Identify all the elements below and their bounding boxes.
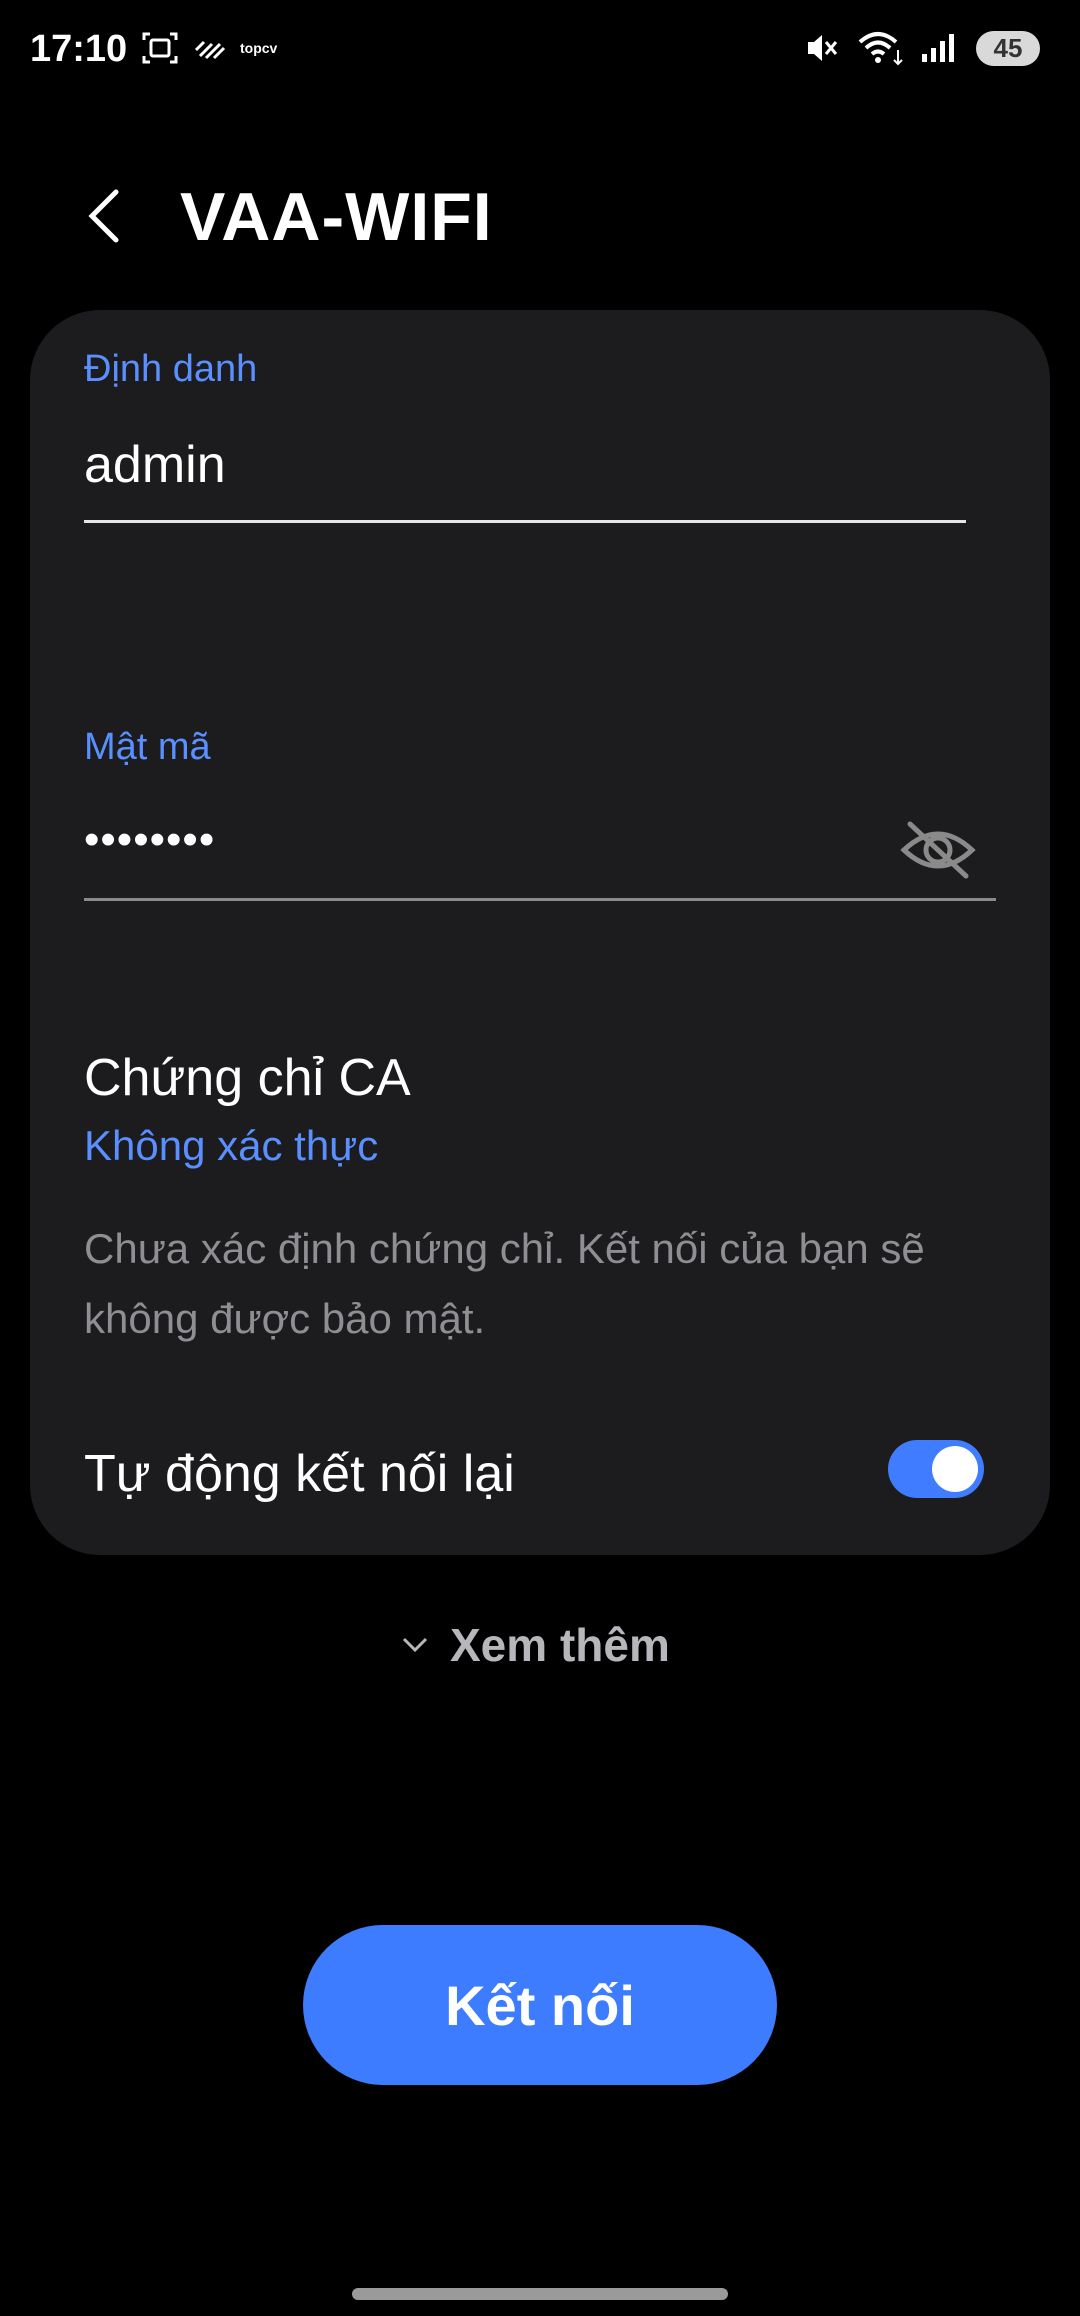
back-button[interactable] xyxy=(84,186,124,246)
toggle-knob xyxy=(932,1446,978,1492)
screenshot-icon xyxy=(142,32,178,64)
page-title: VAA-WIFI xyxy=(180,179,493,255)
home-indicator[interactable] xyxy=(352,2288,728,2300)
settings-card xyxy=(30,310,1050,1555)
pattern-icon xyxy=(194,40,226,60)
ca-certificate-title[interactable]: Chứng chỉ CA xyxy=(84,1048,411,1108)
see-more-label: Xem thêm xyxy=(450,1619,670,1671)
password-label: Mật mã xyxy=(84,726,211,768)
chevron-down-icon xyxy=(402,1637,428,1653)
connect-button[interactable]: Kết nối xyxy=(303,1925,777,2085)
ca-certificate-value[interactable]: Không xác thực xyxy=(84,1122,378,1170)
battery-icon: 45 xyxy=(976,30,1040,66)
identity-label: Định danh xyxy=(84,348,258,390)
wifi-icon xyxy=(858,32,903,66)
password-underline xyxy=(84,898,996,901)
connect-label: Kết nối xyxy=(445,1973,635,2037)
status-left-icons: topcv xyxy=(140,30,277,66)
mute-icon xyxy=(808,35,838,61)
status-right-icons: 45 xyxy=(804,30,1040,66)
ca-certificate-note: Chưa xác định chứng chỉ. Kết nối của bạn… xyxy=(84,1225,925,1342)
signal-icon xyxy=(922,34,954,62)
password-field[interactable]: •••••••• xyxy=(84,815,215,865)
eye-off-icon[interactable] xyxy=(898,818,978,882)
auto-reconnect-label: Tự động kết nối lại xyxy=(84,1445,515,1503)
identity-field[interactable]: admin xyxy=(84,435,226,495)
topcv-label: topcv xyxy=(240,40,278,56)
identity-underline xyxy=(84,520,966,523)
status-time: 17:10 xyxy=(30,28,128,70)
auto-reconnect-toggle[interactable] xyxy=(888,1440,984,1498)
see-more-button[interactable]: Xem thêm xyxy=(400,1618,670,1672)
